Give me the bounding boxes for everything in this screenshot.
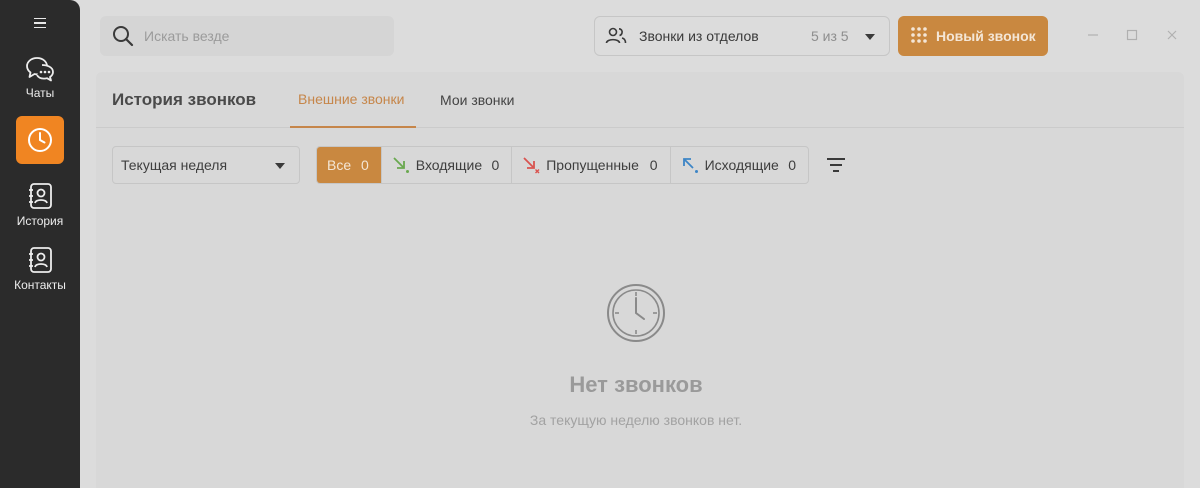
filter-count: 0 xyxy=(788,157,797,173)
departments-select[interactable]: Звонки из отделов 5 из 5 xyxy=(594,16,890,56)
filter-missed[interactable]: Пропущенные 0 xyxy=(512,147,671,183)
search-icon xyxy=(113,26,134,47)
contacts-icon xyxy=(29,247,52,273)
menu-icon[interactable] xyxy=(30,14,50,32)
chat-bubbles-icon xyxy=(26,57,54,82)
filter-incoming[interactable]: Входящие 0 xyxy=(382,147,513,183)
history-contact-icon xyxy=(29,183,52,209)
filter-label: Исходящие xyxy=(704,157,779,173)
close-button[interactable] xyxy=(1163,26,1181,44)
filter-all[interactable]: Все 0 xyxy=(317,147,382,183)
panel-header: История звонков Внешние звонки Мои звонк… xyxy=(96,72,1184,128)
sidebar-item-contacts[interactable]: Контакты xyxy=(0,246,80,292)
new-call-label: Новый звонок xyxy=(936,28,1036,44)
period-select[interactable]: Текущая неделя xyxy=(112,146,300,184)
outgoing-call-icon xyxy=(682,158,698,173)
sidebar-item-label: Чаты xyxy=(25,86,55,100)
maximize-icon xyxy=(1126,29,1138,41)
search-box[interactable] xyxy=(100,16,394,56)
empty-state-title: Нет звонков xyxy=(569,372,703,397)
sidebar: Чаты История Контакты xyxy=(0,0,80,488)
close-icon xyxy=(1167,30,1177,40)
search-input[interactable] xyxy=(144,28,374,44)
filter-count: 0 xyxy=(649,157,658,173)
empty-clock-icon xyxy=(607,284,665,342)
sidebar-item-label: История xyxy=(16,214,64,228)
tab-label: Внешние звонки xyxy=(298,91,405,107)
departments-count: 5 из 5 xyxy=(811,28,849,44)
filter-label: Все xyxy=(327,157,352,173)
incoming-call-icon xyxy=(393,157,409,173)
missed-call-icon xyxy=(523,157,540,174)
sidebar-item-calls[interactable] xyxy=(16,116,64,164)
filter-label: Входящие xyxy=(415,157,483,173)
clock-icon xyxy=(28,128,52,152)
filter-count: 0 xyxy=(491,157,500,173)
minimize-button[interactable] xyxy=(1084,26,1102,44)
departments-label: Звонки из отделов xyxy=(639,28,759,44)
filter-outgoing[interactable]: Исходящие 0 xyxy=(671,147,808,183)
dialpad-icon xyxy=(911,27,927,43)
filter-count: 0 xyxy=(360,157,369,173)
minimize-icon xyxy=(1088,34,1098,36)
tab-external-calls[interactable]: Внешние звонки xyxy=(290,72,416,128)
page-title: История звонков xyxy=(112,90,257,109)
chevron-down-icon xyxy=(275,163,285,169)
new-call-button[interactable]: Новый звонок xyxy=(898,16,1048,56)
chevron-down-icon xyxy=(865,34,875,40)
filter-label: Пропущенные xyxy=(546,157,639,173)
sort-icon xyxy=(827,158,845,172)
users-icon xyxy=(605,27,627,44)
call-type-filters: Все 0 Входящие 0 Пропущенные 0 Исходящие… xyxy=(316,146,809,184)
empty-state-subtitle: За текущую неделю звонков нет. xyxy=(529,412,743,428)
tab-label: Мои звонки xyxy=(440,92,515,108)
sidebar-item-chats[interactable]: Чаты xyxy=(0,56,80,100)
sidebar-item-label: Контакты xyxy=(14,278,66,292)
sort-button[interactable] xyxy=(826,156,846,174)
call-history-panel: История звонков Внешние звонки Мои звонк… xyxy=(96,72,1184,488)
maximize-button[interactable] xyxy=(1123,26,1141,44)
tab-my-calls[interactable]: Мои звонки xyxy=(440,72,514,128)
period-value: Текущая неделя xyxy=(121,157,228,173)
sidebar-item-history[interactable]: История xyxy=(0,182,80,228)
